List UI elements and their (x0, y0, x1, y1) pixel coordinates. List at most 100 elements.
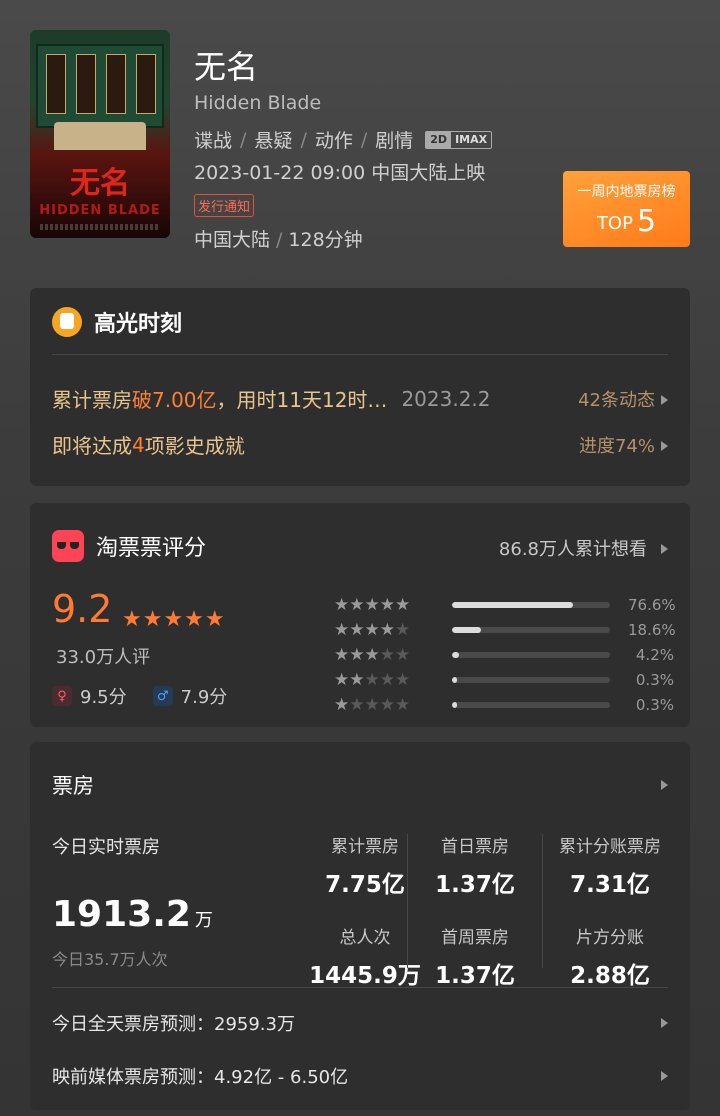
chevron-right-icon[interactable] (661, 780, 668, 790)
progress-link[interactable]: 进度74% (579, 432, 668, 458)
separator: / (276, 229, 283, 251)
first-week-label: 首周票房 (441, 928, 509, 948)
row-text: 项影史成就 (144, 434, 245, 458)
rating-title: 淘票票评分 (96, 536, 207, 561)
rating-bar (452, 701, 610, 708)
rating-percent: 18.6% (628, 620, 676, 639)
rating-bar (452, 601, 610, 608)
boxoffice-card: 票房 今日实时票房 1913.2 万 今日35.7万人次 累计票房 7.75亿 总… (30, 742, 690, 1110)
rating-bar-fill (452, 701, 457, 708)
rating-stars: ★★★★★ (122, 607, 226, 632)
forecast-media-text: 映前媒体票房预测：4.92亿 - 6.50亿 (52, 1067, 349, 1088)
region: 中国大陆 (194, 229, 271, 251)
poster-building (36, 44, 164, 128)
today-label: 今日实时票房 (52, 837, 160, 858)
rank-value: TOP 5 (596, 204, 657, 239)
rating-bar (452, 626, 610, 633)
highlight-card: 高光时刻 累计票房 破7.00亿 ，用时11天12时… 2023.2.2 42条… (30, 288, 690, 486)
format-2d: 2D (426, 131, 452, 148)
genre: 悬疑 (254, 130, 293, 152)
highlight-header: 高光时刻 (52, 306, 182, 338)
row-text: 即将达成 (52, 434, 132, 458)
split-column: 累计分账票房 7.31亿 片方分账 2.88亿 (545, 832, 675, 990)
row-highlight: 破7.00亿 (132, 388, 217, 412)
producer-split-value: 2.88亿 (570, 963, 650, 989)
trophy-icon (52, 307, 82, 337)
updates-link[interactable]: 42条动态 (578, 386, 668, 412)
want-to-see-link[interactable]: 86.8万人累计想看 (499, 535, 668, 561)
first-day-value: 1.37亿 (435, 872, 515, 898)
first-week-value: 1.37亿 (435, 963, 515, 989)
star-row-icon: ★★★★★ (334, 594, 411, 615)
highlight-row-boxoffice[interactable]: 累计票房 破7.00亿 ，用时11天12时… 2023.2.2 42条动态 (52, 384, 668, 413)
poster-table (54, 122, 146, 150)
separator: / (300, 128, 307, 151)
format-imax: IMAX (455, 132, 488, 146)
genre: 谍战 (194, 130, 233, 152)
today-boxoffice: 1913.2 万 (52, 894, 213, 935)
movie-poster[interactable]: 无名 HIDDEN BLADE (30, 30, 170, 238)
rating-bar (452, 651, 610, 658)
row-text: ，用时11天12时… (216, 388, 388, 412)
rating-distribution-row: ★★★★★ 4.2% (334, 642, 674, 667)
forecast-today-text: 今日全天票房预测：2959.3万 (52, 1014, 295, 1035)
taopiaopiao-logo-icon (52, 530, 84, 562)
chevron-right-icon (661, 1071, 668, 1081)
rating-distribution-row: ★★★★★ 76.6% (334, 592, 676, 617)
genre: 剧情 (375, 130, 414, 152)
rating-bar-fill (452, 651, 459, 658)
duration: 128分钟 (288, 229, 363, 251)
rating-header: 淘票票评分 (52, 530, 206, 562)
row-highlight: 4 (132, 432, 145, 457)
rating-distribution: ★★★★★ 76.6% ★★★★★ 18.6% ★★★★★ 4.2% ★★★★★ 0.3% ★★… (334, 592, 676, 717)
star-row-icon: ★★★★★ (334, 619, 411, 640)
poster-credits (40, 224, 160, 230)
region-duration: 中国大陆/128分钟 (194, 225, 363, 252)
chevron-right-icon (661, 440, 668, 451)
star-row-icon: ★★★★★ (334, 669, 411, 690)
divider (52, 354, 668, 355)
rating-distribution-row: ★★★★★ 18.6% (334, 617, 676, 642)
chevron-right-icon (661, 1018, 668, 1028)
split-value: 7.31亿 (570, 872, 650, 898)
row-date: 2023.2.2 (401, 386, 491, 411)
format-badge: 2D IMAX (425, 130, 493, 149)
forecast-media-row[interactable]: 映前媒体票房预测：4.92亿 - 6.50亿 (52, 1063, 668, 1089)
rating-percent: 0.3% (635, 670, 674, 689)
row-text: 累计票房 (52, 388, 132, 412)
separator: / (360, 128, 368, 151)
rating-percent: 76.6% (628, 595, 676, 614)
rating-bar-fill (452, 601, 574, 608)
release-notice-badge[interactable]: 发行通知 (194, 194, 255, 217)
rating-percent: 0.3% (635, 695, 674, 714)
male-score: 7.9分 (180, 687, 228, 708)
rating-percent: 4.2% (635, 645, 674, 664)
forecast-today-row[interactable]: 今日全天票房预测：2959.3万 (52, 1010, 668, 1036)
male-icon: ♂ (152, 686, 173, 706)
rating-count: 33.0万人评 (56, 647, 151, 668)
divider (52, 987, 668, 988)
chevron-right-icon (661, 544, 668, 554)
rating-distribution-row: ★★★★★ 0.3% (334, 692, 674, 717)
chevron-right-icon (661, 394, 668, 405)
female-score: 9.5分 (80, 687, 127, 708)
poster-en-title: HIDDEN BLADE (39, 203, 161, 218)
female-icon: ♀ (52, 686, 72, 706)
movie-genres: 谍战 / 悬疑 / 动作 / 剧情 2D IMAX (194, 126, 493, 153)
release-date: 2023-01-22 09:00 中国大陆上映 (194, 162, 486, 184)
genre: 动作 (314, 130, 353, 152)
highlight-title: 高光时刻 (94, 312, 183, 337)
rating-distribution-row: ★★★★★ 0.3% (334, 667, 674, 692)
poster-logo: 无名 (70, 166, 130, 201)
rank-label: 一周内地票房榜 (577, 184, 676, 200)
weekly-rank-badge[interactable]: 一周内地票房榜 TOP 5 (563, 171, 690, 247)
first-day-label: 首日票房 (441, 837, 509, 857)
rating-card: 淘票票评分 86.8万人累计想看 9.2 ★★★★★ 33.0万人评 ♀ 9.5… (30, 503, 690, 727)
rating-bar-fill (452, 626, 482, 633)
highlight-row-achievements[interactable]: 即将达成 4 项影史成就 进度74% (52, 430, 668, 459)
separator: / (240, 128, 247, 151)
first-day-column: 首日票房 1.37亿 首周票房 1.37亿 (415, 832, 535, 990)
today-attendance: 今日35.7万人次 (52, 950, 168, 969)
star-row-icon: ★★★★★ (334, 644, 411, 665)
divider (407, 834, 408, 968)
